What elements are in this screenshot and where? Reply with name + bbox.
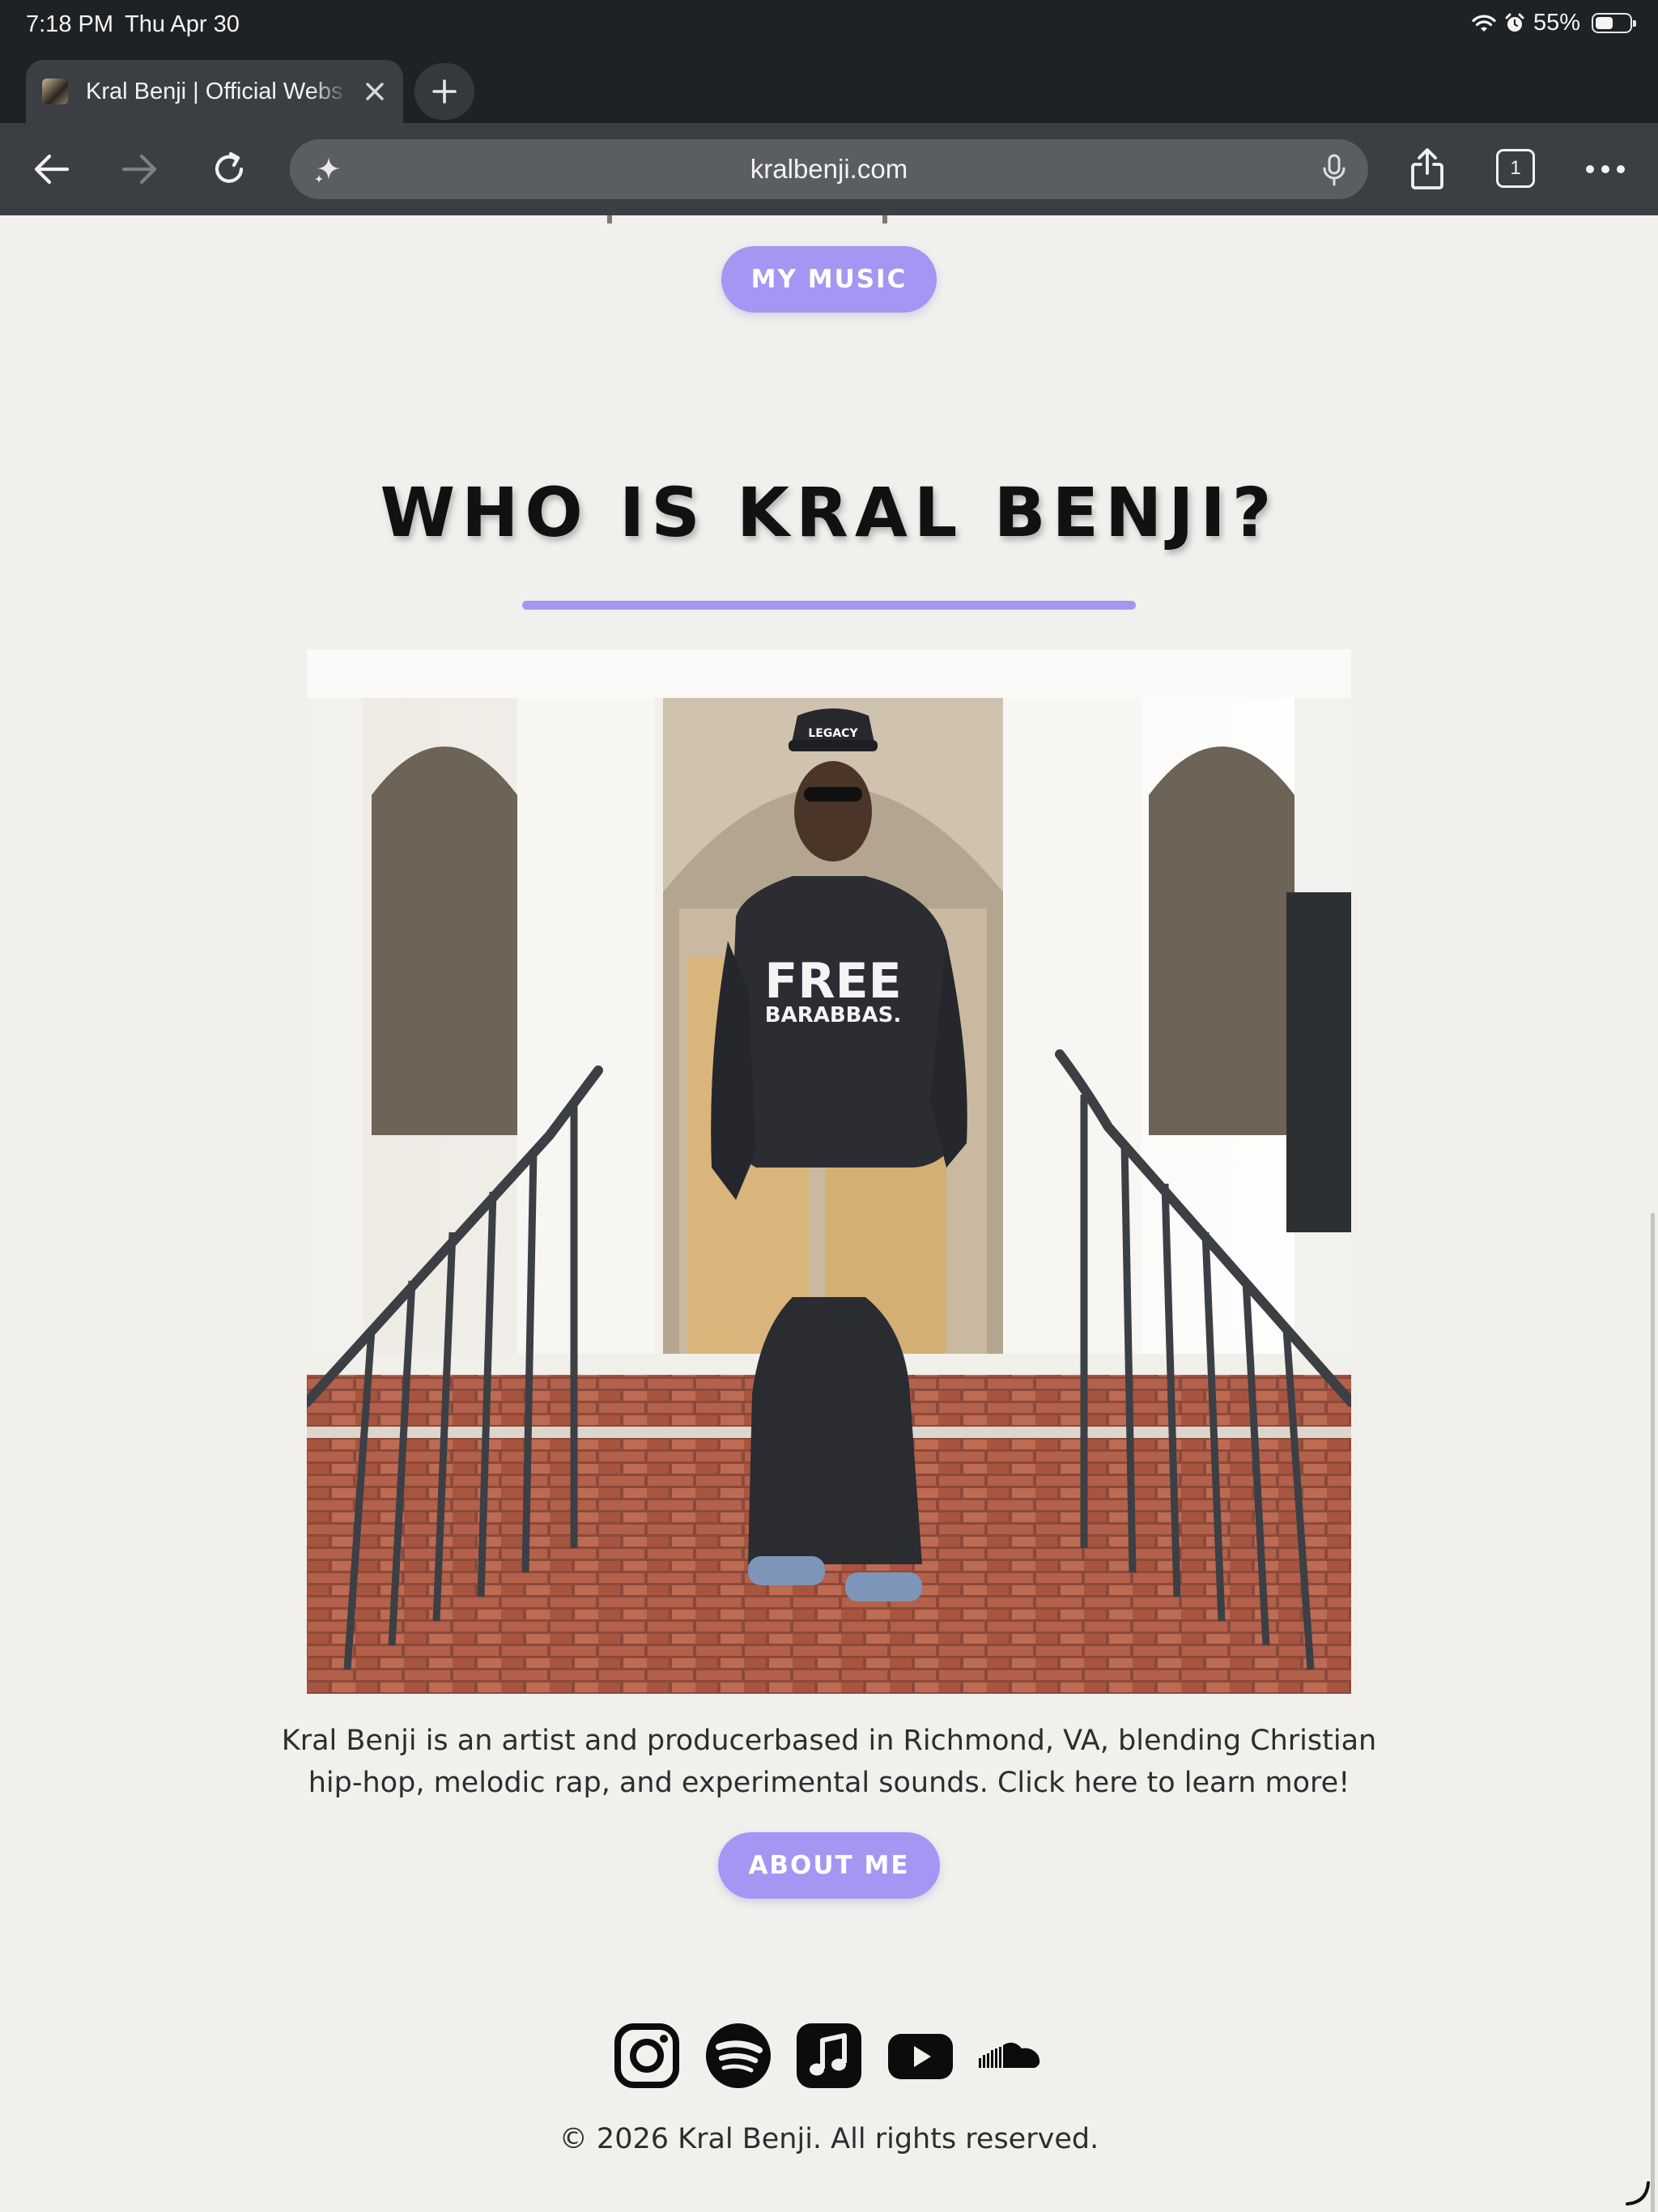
plus-icon [432,79,457,104]
reload-button[interactable] [206,146,253,193]
address-bar[interactable]: kralbenji.com [290,139,1368,199]
my-music-button[interactable]: MY MUSIC [721,246,937,313]
tab-kral-benji[interactable]: Kral Benji | Official Webs [26,60,403,123]
status-indicators: 55% [1472,10,1636,36]
share-button[interactable] [1404,146,1451,193]
social-links [614,2023,1044,2089]
heading-divider [522,601,1136,610]
battery-fill [1596,17,1613,29]
arrow-right-icon [121,154,157,185]
section-heading: WHO IS KRAL BENJI? [380,473,1278,552]
tab-title: Kral Benji | Official Webs [86,78,343,104]
new-tab-button[interactable] [414,63,474,120]
share-icon [1411,148,1443,189]
about-me-button[interactable]: ABOUT ME [718,1832,940,1899]
photo-hat-text: LEGACY [808,727,858,740]
resize-handle-icon [1626,2181,1650,2206]
spotify-icon[interactable] [705,2023,772,2089]
battery-icon [1592,13,1636,33]
battery-percent: 55% [1533,10,1580,36]
url-text: kralbenji.com [750,154,908,184]
status-time: 7:18 PM [26,11,113,37]
browser-toolbar: kralbenji.com 1 [0,123,1658,215]
microphone-icon[interactable] [1320,154,1349,186]
bio-text: Kral Benji is an artist and producerbase… [281,1725,1377,1799]
close-tab-icon[interactable] [359,76,390,107]
soundcloud-icon[interactable] [978,2023,1044,2089]
arrow-left-icon [34,154,70,185]
web-content: MY MUSIC WHO IS KRAL BENJI? LEGACY FREE … [0,215,1658,2212]
artist-photo: LEGACY FREE BARABBAS. [307,649,1351,1694]
status-bar: 7:18 PM Thu Apr 30 55% [0,0,1658,52]
copyright-text: © 2026 Kral Benji. All rights reserved. [559,2123,1099,2155]
status-date: Thu Apr 30 [125,11,240,37]
tab-switcher-button[interactable]: 1 [1496,149,1535,188]
wifi-icon [1472,15,1496,32]
forward-button[interactable] [117,146,164,193]
instagram-icon[interactable] [614,2023,680,2089]
artist-photo-illustration: LEGACY FREE BARABBAS. [307,649,1351,1694]
reload-icon [215,151,244,183]
apple-music-icon[interactable] [796,2023,862,2089]
scrollbar[interactable] [1651,1213,1655,2212]
youtube-icon[interactable] [887,2023,954,2089]
more-menu-button[interactable] [1582,146,1629,193]
more-icon [1586,165,1625,173]
tab-bar: Kral Benji | Official Webs [0,52,1658,123]
photo-hoodie-text-1: FREE [764,953,901,1010]
favicon-icon [42,79,68,104]
back-button[interactable] [28,146,74,193]
clipped-text-edge [607,215,1061,223]
photo-hoodie-text-2: BARABBAS. [765,1003,901,1027]
browser-window: 7:18 PM Thu Apr 30 55% Kral Benji | Offi… [0,0,1658,2212]
alarm-icon [1505,13,1524,32]
